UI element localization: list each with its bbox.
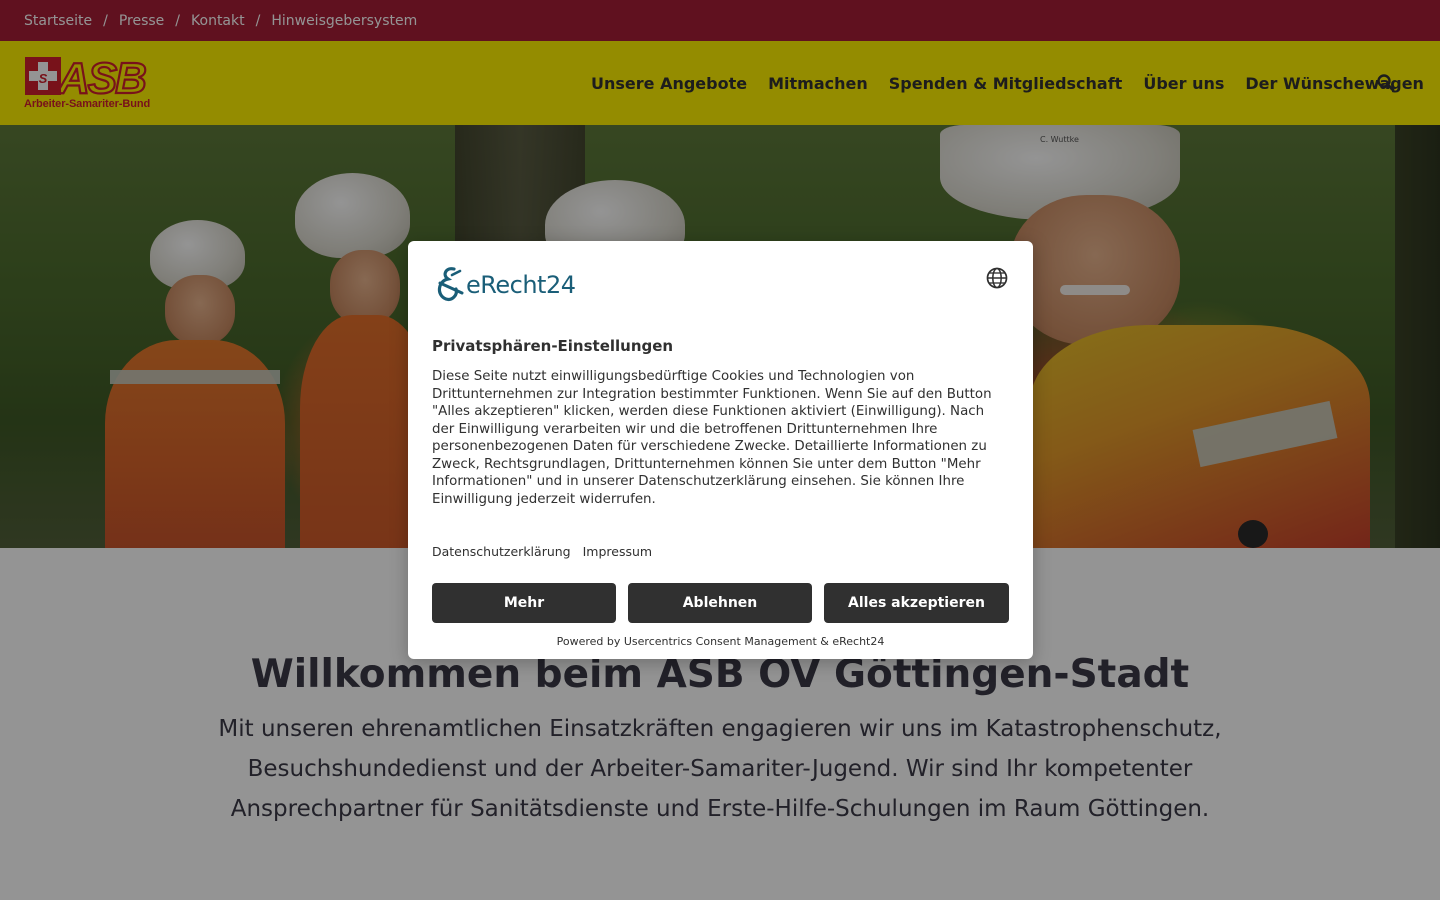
privacy-policy-link[interactable]: Datenschutzerklärung <box>432 544 571 559</box>
consent-title: Privatsphären-Einstellungen <box>432 337 674 355</box>
erecht24-logo-mark <box>437 267 464 301</box>
powered-by-text: Powered by Usercentrics Consent Manageme… <box>556 635 885 648</box>
consent-description: Diese Seite nutzt einwilligungsbedürftig… <box>432 369 992 507</box>
erecht24-logo: eRecht24 <box>432 265 594 305</box>
imprint-link[interactable]: Impressum <box>583 544 652 559</box>
globe-icon <box>986 267 1008 289</box>
language-button[interactable] <box>985 266 1009 290</box>
consent-links: Datenschutzerklärung Impressum <box>432 544 664 559</box>
deny-button[interactable]: Ablehnen <box>628 583 812 623</box>
more-button[interactable]: Mehr <box>432 583 616 623</box>
erecht24-logo-text: eRecht24 <box>466 271 576 299</box>
consent-dialog: eRecht24 Privatsphären-Einstellungen Die… <box>408 241 1033 659</box>
accept-all-button[interactable]: Alles akzeptieren <box>824 583 1009 623</box>
